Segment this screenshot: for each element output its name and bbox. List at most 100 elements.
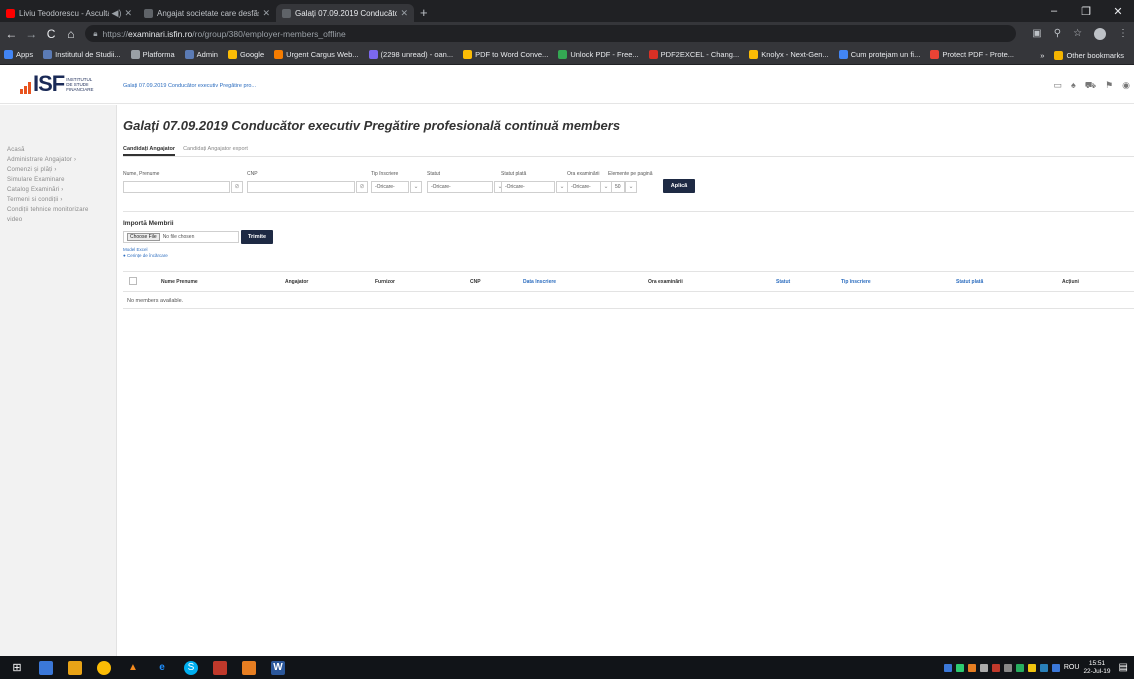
bookmark-item[interactable]: (2298 unread) - oan... [368, 50, 453, 59]
other-bookmarks[interactable]: Other bookmarks [1054, 50, 1124, 60]
sidebar-item[interactable]: Administrare Angajator › [7, 155, 116, 165]
internet-explorer-icon[interactable]: e [155, 661, 169, 675]
tab-candidati-angajator-export[interactable]: Candidați Angajator export [183, 143, 248, 156]
menu-kebab-icon[interactable]: ⋮ [1118, 28, 1128, 39]
bookmark-item[interactable]: Institutul de Studii... [43, 50, 121, 59]
bookmarks-overflow-button[interactable]: » [1040, 51, 1044, 60]
tray-app-icon[interactable] [979, 663, 988, 672]
sidebar-item[interactable]: Termeni si condiții › [7, 195, 116, 205]
sidebar-item[interactable]: Condiții tehnice monitorizare [7, 205, 116, 215]
sidebar: Acasă Administrare Angajator › Comenzi și … [0, 105, 117, 656]
chevron-down-icon[interactable]: ⌄ [410, 181, 422, 193]
sidebar-item[interactable]: video [7, 215, 116, 225]
ora-examinarii-select[interactable]: -Oricare- [567, 181, 601, 193]
sidebar-item[interactable]: Comenzi și plăți › [7, 165, 116, 175]
col-data-inscriere[interactable]: Data înscriere [523, 279, 556, 285]
name-input[interactable] [123, 181, 230, 193]
breadcrumb[interactable]: Galați 07.09.2019 Conducător executiv Pr… [123, 83, 256, 89]
browser-tab-3[interactable]: Galați 07.09.2019 Conducător ex ✕ [276, 4, 414, 22]
snipping-tool-icon[interactable] [242, 660, 256, 675]
browser-tab-1[interactable]: Liviu Teodorescu - Asculta | ◀) ✕ [0, 4, 138, 22]
bookmark-item[interactable]: Google [227, 50, 264, 59]
tip-inscriere-select[interactable]: -Oricare- [371, 181, 409, 193]
url-input[interactable]: 🔒︎ https://examinari.isfin.ro/ro/group/3… [85, 25, 1017, 42]
clock[interactable]: 15:51 22-Jul-19 [1083, 660, 1110, 676]
statut-select[interactable]: -Oricare- [427, 181, 493, 193]
minimize-icon[interactable]: – [1038, 5, 1070, 17]
bookmark-item[interactable]: Protect PDF - Prote... [930, 50, 1014, 59]
sidebar-item[interactable]: Acasă [7, 145, 116, 155]
chrome-icon[interactable] [97, 660, 111, 675]
flag-icon[interactable]: ⚑ [1105, 80, 1113, 92]
chevron-down-icon[interactable]: ⌄ [625, 181, 637, 193]
bookmark-item[interactable]: Knolyx - Next-Gen... [749, 50, 829, 59]
isf-logo[interactable]: ISF Institutul de studii financiare [20, 73, 94, 95]
elemente-pe-pagina-select[interactable]: 50 [611, 181, 625, 193]
notifications-icon[interactable]: ▤ [1119, 662, 1128, 673]
new-tab-button[interactable]: + [420, 5, 428, 20]
language-indicator[interactable]: ROU [1064, 664, 1080, 671]
tray-app-icon[interactable] [943, 663, 952, 672]
select-all-checkbox[interactable] [129, 277, 137, 285]
close-tab-icon[interactable]: ✕ [124, 8, 132, 19]
clear-name-icon[interactable]: ⊘ [231, 181, 243, 193]
sidebar-item[interactable]: Simulare Examinare [7, 175, 116, 185]
close-window-icon[interactable]: ✕ [1102, 5, 1134, 18]
skype-icon[interactable]: S [184, 660, 198, 675]
col-tip-inscriere[interactable]: Tip înscriere [841, 279, 871, 285]
browser-tab-strip: Liviu Teodorescu - Asculta | ◀) ✕ Angaja… [0, 0, 1134, 22]
back-icon[interactable]: ← [3, 27, 20, 41]
apply-button[interactable]: Aplică [663, 179, 695, 193]
tray-app-icon[interactable] [955, 663, 964, 672]
bookmark-item[interactable]: Admin [184, 50, 218, 59]
bookmark-item[interactable]: PDF to Word Conve... [463, 50, 548, 59]
upload-requirements-link[interactable]: ● Cerințe de încărcare [123, 253, 1134, 259]
browser-tab-2[interactable]: Angajat societate care desfășoar ✕ [138, 4, 276, 22]
word-icon[interactable]: W [271, 660, 285, 675]
bell-icon[interactable]: ♠ [1071, 80, 1076, 92]
outlook-icon[interactable] [68, 660, 82, 675]
vlc-icon[interactable]: ▲ [126, 661, 140, 675]
paint-icon[interactable] [213, 660, 227, 675]
translate-icon[interactable]: ▣ [1032, 28, 1041, 39]
tray-app-icon[interactable] [1015, 663, 1024, 672]
tray-app-icon[interactable] [1039, 663, 1048, 672]
bookmark-item[interactable]: PDF2EXCEL - Chang... [648, 50, 739, 59]
sidebar-item[interactable]: Catalog Examinări › [7, 185, 116, 195]
bookmark-item[interactable]: Urgent Cargus Web... [274, 50, 359, 59]
choose-file-button[interactable]: Choose File [127, 233, 160, 241]
reload-icon[interactable]: C [43, 27, 60, 41]
tray-app-icon[interactable] [1027, 663, 1036, 672]
tray-app-icon[interactable] [991, 663, 1000, 672]
network-icon[interactable] [1051, 663, 1060, 672]
col-statut[interactable]: Statut [776, 279, 790, 285]
clear-cnp-icon[interactable]: ⊘ [356, 181, 368, 193]
bookmark-item[interactable]: Unlock PDF - Free... [558, 50, 639, 59]
no-file-text: No file chosen [162, 234, 195, 240]
star-icon[interactable]: ☆ [1073, 28, 1082, 39]
bookmark-item[interactable]: Cum protejam un fi... [838, 50, 920, 59]
cnp-label: CNP [247, 171, 258, 177]
calendar-icon[interactable]: ▭ [1053, 80, 1062, 92]
submit-button[interactable]: Trimite [241, 230, 273, 244]
zoom-icon[interactable]: ⚲ [1054, 28, 1061, 39]
col-statut-plata[interactable]: Statut plată [956, 279, 983, 285]
volume-icon[interactable] [1003, 663, 1012, 672]
restore-icon[interactable]: ❐ [1070, 5, 1102, 18]
tab-candidati-angajator[interactable]: Candidați Angajator [123, 143, 176, 156]
tray-app-icon[interactable] [967, 663, 976, 672]
statut-plata-select[interactable]: -Oricare- [501, 181, 555, 193]
file-explorer-icon[interactable] [39, 660, 53, 675]
user-icon[interactable]: ◉ [1122, 80, 1130, 92]
cart-icon[interactable]: ⛟ [1085, 80, 1096, 92]
windows-start-icon[interactable]: ⊞ [10, 661, 24, 675]
forward-icon[interactable]: → [23, 27, 40, 41]
close-tab-icon[interactable]: ✕ [400, 8, 408, 19]
file-input[interactable]: Choose File No file chosen [123, 231, 239, 243]
bookmark-item[interactable]: Apps [4, 50, 33, 59]
bookmark-item[interactable]: Platforma [130, 50, 175, 59]
close-tab-icon[interactable]: ✕ [262, 8, 270, 19]
cnp-input[interactable] [247, 181, 355, 193]
profile-avatar-icon[interactable] [1094, 27, 1107, 40]
home-icon[interactable]: ⌂ [62, 27, 79, 41]
